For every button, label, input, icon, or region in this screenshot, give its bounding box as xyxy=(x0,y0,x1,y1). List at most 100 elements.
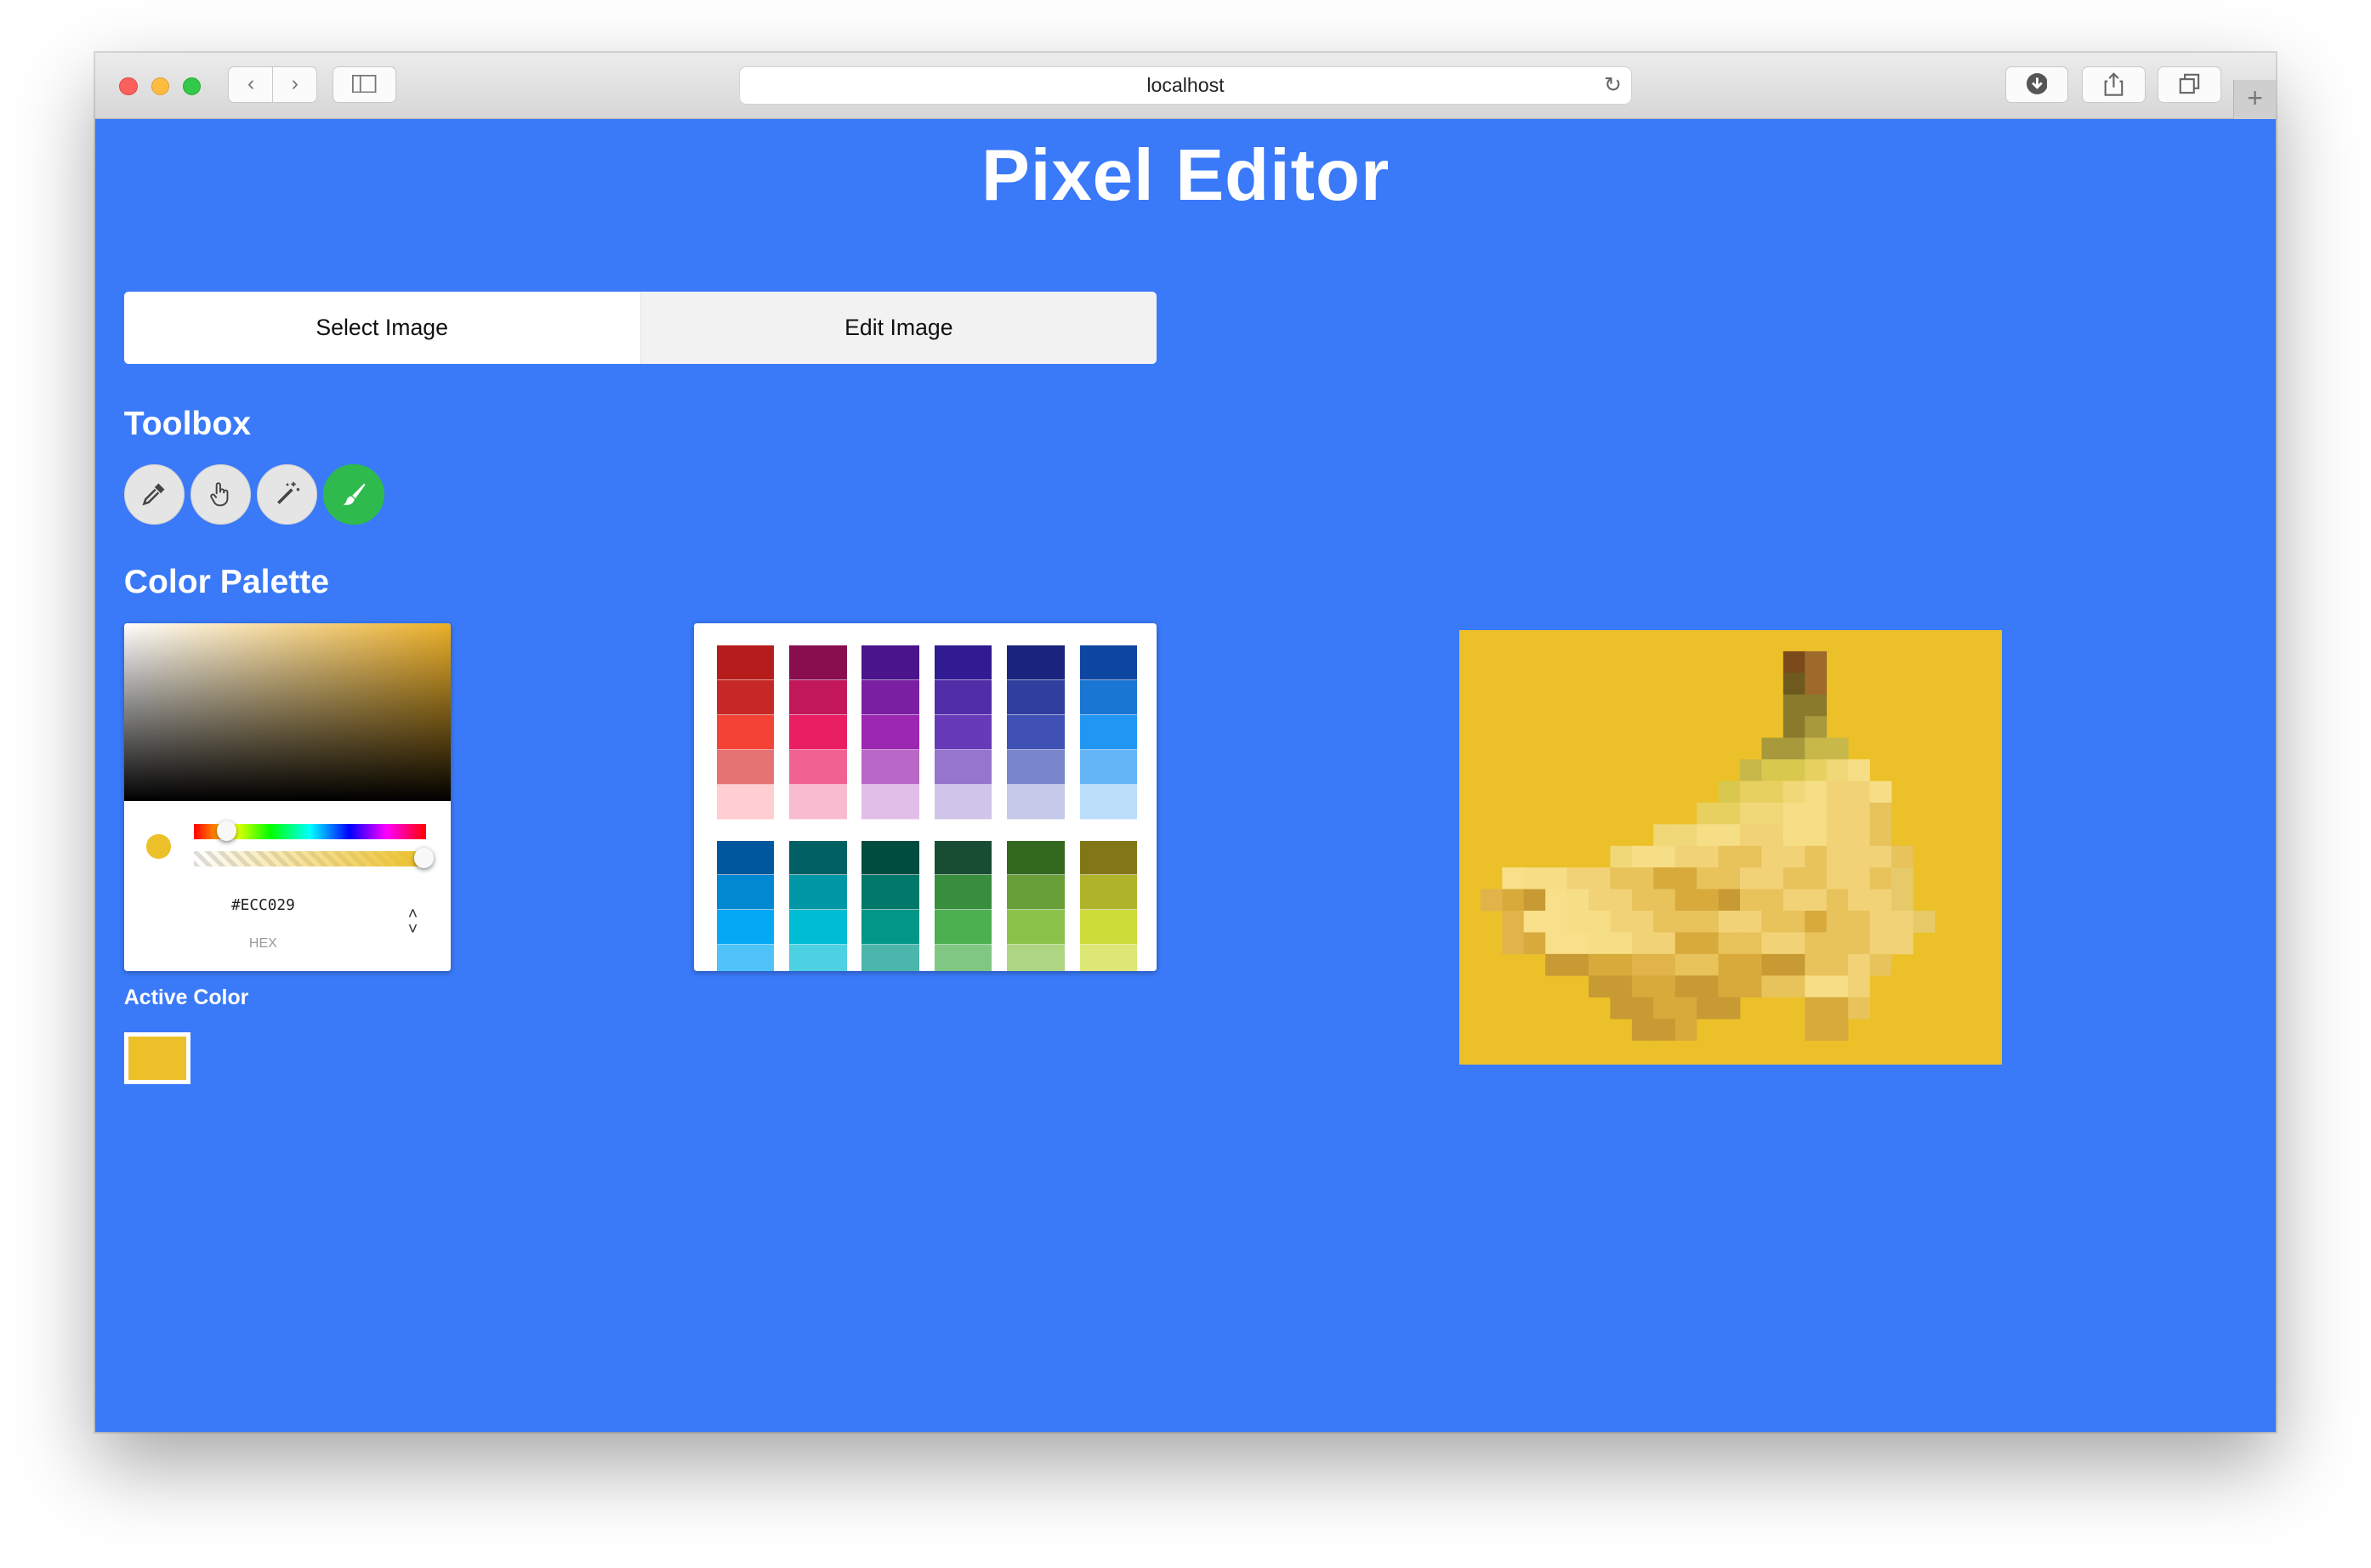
tab-select-image[interactable]: Select Image xyxy=(123,292,640,365)
pixel[interactable] xyxy=(1610,932,1633,955)
pixel[interactable] xyxy=(1696,975,1719,998)
palette-swatch[interactable] xyxy=(934,714,992,750)
pixel[interactable] xyxy=(1847,889,1870,912)
palette-swatch[interactable] xyxy=(934,875,992,911)
pixel[interactable] xyxy=(1544,867,1567,890)
pixel[interactable] xyxy=(1783,716,1805,739)
pixel[interactable] xyxy=(1805,867,1827,890)
pixel[interactable] xyxy=(1718,824,1741,847)
pixel[interactable] xyxy=(1610,997,1633,1020)
pixel[interactable] xyxy=(1783,803,1805,826)
pixel[interactable] xyxy=(1674,975,1697,998)
pixel[interactable] xyxy=(1718,911,1741,934)
palette-swatch[interactable] xyxy=(789,945,847,971)
pixel[interactable] xyxy=(1826,997,1849,1020)
pixel[interactable] xyxy=(1588,932,1611,955)
pixel[interactable] xyxy=(1674,1019,1697,1042)
pixel[interactable] xyxy=(1696,846,1719,868)
saturation-area[interactable] xyxy=(123,622,451,802)
pixel[interactable] xyxy=(1631,954,1654,977)
palette-swatch[interactable] xyxy=(789,840,847,876)
pixel[interactable] xyxy=(1805,975,1827,998)
forward-button[interactable]: › xyxy=(272,66,318,103)
palette-swatch[interactable] xyxy=(861,749,920,785)
pixel[interactable] xyxy=(1805,954,1827,977)
pixel[interactable] xyxy=(1805,716,1827,739)
pixel[interactable] xyxy=(1739,889,1762,912)
palette-swatch[interactable] xyxy=(1007,910,1065,946)
palette-swatch[interactable] xyxy=(789,875,847,911)
minimize-window-button[interactable] xyxy=(151,77,170,95)
pixel[interactable] xyxy=(1805,738,1827,760)
share-button[interactable] xyxy=(2082,66,2146,103)
pixel[interactable] xyxy=(1761,954,1784,977)
pixel[interactable] xyxy=(1696,932,1719,955)
pixel[interactable] xyxy=(1653,997,1675,1020)
pixel[interactable] xyxy=(1783,673,1805,696)
pixel[interactable] xyxy=(1653,889,1675,912)
palette-swatch[interactable] xyxy=(934,840,992,876)
palette-swatch[interactable] xyxy=(861,680,920,715)
pixel[interactable] xyxy=(1502,932,1524,955)
palette-swatch[interactable] xyxy=(1079,910,1138,946)
pixel[interactable] xyxy=(1869,867,1892,890)
pixel[interactable] xyxy=(1653,867,1675,890)
pixel[interactable] xyxy=(1761,867,1784,890)
tabs-overview-button[interactable] xyxy=(2158,66,2221,103)
pixel[interactable] xyxy=(1783,759,1805,782)
address-bar[interactable]: localhost ↻ xyxy=(739,66,1632,105)
pixel[interactable] xyxy=(1783,911,1805,934)
pixel[interactable] xyxy=(1891,932,1913,955)
pixel[interactable] xyxy=(1826,975,1849,998)
pixel[interactable] xyxy=(1718,781,1741,804)
pixel[interactable] xyxy=(1674,997,1697,1020)
pixel[interactable] xyxy=(1783,824,1805,847)
pixel[interactable] xyxy=(1847,824,1870,847)
pixel[interactable] xyxy=(1826,781,1849,804)
pixel[interactable] xyxy=(1610,975,1633,998)
pixel[interactable] xyxy=(1783,954,1805,977)
pixel[interactable] xyxy=(1610,889,1633,912)
pixel-canvas[interactable] xyxy=(1458,630,2003,1065)
palette-swatch[interactable] xyxy=(934,945,992,971)
palette-swatch[interactable] xyxy=(1079,875,1138,911)
pixel[interactable] xyxy=(1847,781,1870,804)
pixel[interactable] xyxy=(1869,911,1892,934)
pixel[interactable] xyxy=(1544,911,1567,934)
pixel[interactable] xyxy=(1718,803,1741,826)
pixel[interactable] xyxy=(1674,954,1697,977)
palette-swatch[interactable] xyxy=(861,714,920,750)
pixel[interactable] xyxy=(1826,759,1849,782)
pixel[interactable] xyxy=(1826,803,1849,826)
pixel[interactable] xyxy=(1891,867,1913,890)
pixel[interactable] xyxy=(1610,911,1633,934)
palette-swatch[interactable] xyxy=(861,910,920,946)
palette-swatch[interactable] xyxy=(789,784,847,820)
pixel[interactable] xyxy=(1653,954,1675,977)
pixel[interactable] xyxy=(1502,911,1524,934)
reload-icon[interactable]: ↻ xyxy=(1604,67,1622,104)
pixel[interactable] xyxy=(1480,889,1503,912)
palette-swatch[interactable] xyxy=(861,645,920,681)
pixel[interactable] xyxy=(1544,889,1567,912)
palette-swatch[interactable] xyxy=(1079,749,1138,785)
pixel[interactable] xyxy=(1588,867,1611,890)
downloads-button[interactable] xyxy=(2004,66,2069,103)
pixel[interactable] xyxy=(1761,846,1784,868)
pixel[interactable] xyxy=(1805,932,1827,955)
palette-swatch[interactable] xyxy=(861,875,920,911)
pixel[interactable] xyxy=(1847,846,1870,868)
palette-swatch[interactable] xyxy=(1007,784,1065,820)
pixel[interactable] xyxy=(1631,889,1654,912)
pixel[interactable] xyxy=(1847,954,1870,977)
pixel[interactable] xyxy=(1847,911,1870,934)
pixel[interactable] xyxy=(1783,932,1805,955)
alpha-slider-handle[interactable] xyxy=(414,848,435,868)
tab-edit-image[interactable]: Edit Image xyxy=(640,292,1157,365)
palette-swatch[interactable] xyxy=(1079,680,1138,715)
format-toggle-button[interactable]: ˄ ˅ xyxy=(402,906,424,938)
pixel[interactable] xyxy=(1783,846,1805,868)
pixel[interactable] xyxy=(1913,911,1936,934)
back-button[interactable]: ‹ xyxy=(228,66,274,103)
pixel[interactable] xyxy=(1783,781,1805,804)
